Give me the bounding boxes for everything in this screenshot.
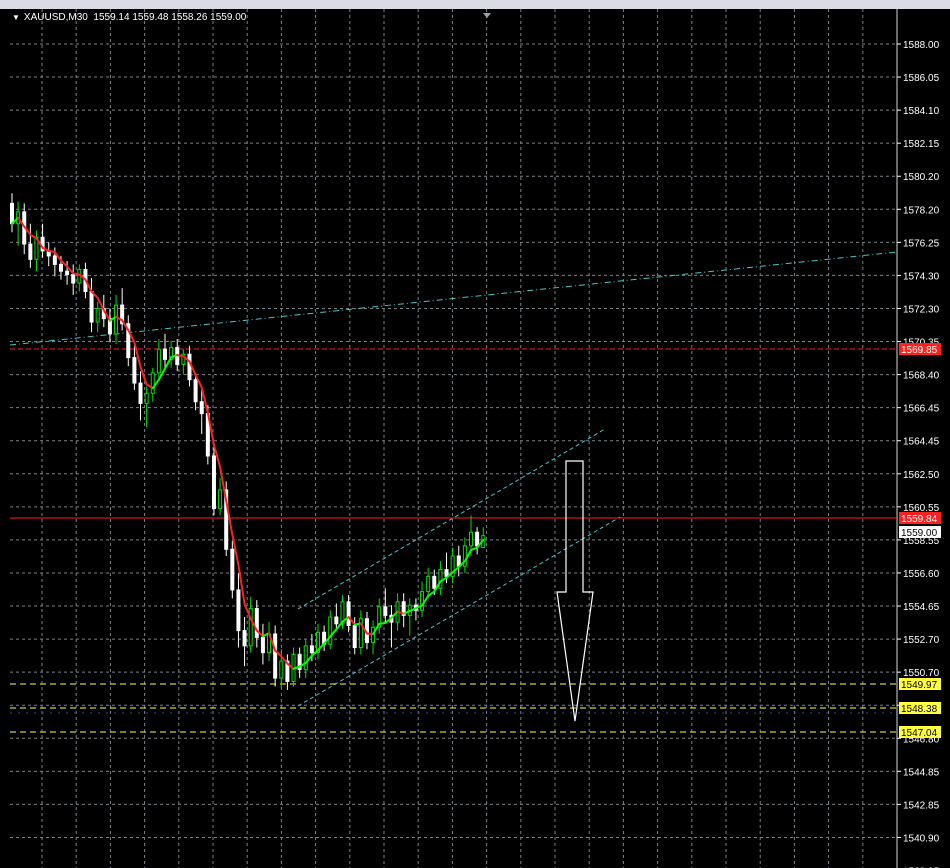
candle-bear: [309, 645, 314, 654]
candle-bear: [89, 291, 94, 323]
candle-bear: [230, 548, 235, 591]
candle-bear: [346, 601, 351, 627]
candle-bull: [114, 304, 119, 335]
axis-label: 1542.85: [903, 800, 940, 811]
axis-label: 1582.15: [903, 139, 940, 150]
triangle-down-icon[interactable]: ▼: [12, 13, 20, 22]
price-chart[interactable]: 1588.00 1586.05 1584.10 1582.15 1580.20 1578.…: [0, 9, 950, 868]
candle-bear: [475, 531, 480, 547]
candle-bull: [279, 660, 284, 679]
ma-segment: [427, 590, 436, 597]
candle-bear: [193, 379, 198, 403]
channel-upper-line: [297, 428, 606, 610]
candle-bear: [52, 255, 57, 265]
symbol-name: XAUUSD,M30: [23, 12, 88, 23]
axis-label: 1588.00: [903, 40, 940, 51]
axis-label: 1584.10: [903, 106, 940, 117]
candle-bear: [71, 274, 76, 284]
chart-objects: [9, 251, 898, 733]
down-arrow-icon: [556, 460, 594, 722]
axis-label: 1572.30: [903, 304, 940, 315]
candle-bear: [187, 353, 192, 381]
candle-bear: [432, 575, 437, 589]
axis-label: 1554.65: [903, 602, 940, 613]
candle-bear: [334, 616, 339, 625]
candle-bear: [199, 401, 204, 415]
current-price-tag: 1559.00: [901, 528, 938, 539]
axis-label: 1550.70: [903, 668, 940, 679]
candle-bear: [444, 569, 449, 577]
candle-bull: [156, 348, 161, 374]
axis-label: 1576.25: [903, 238, 940, 249]
candle-bull: [426, 575, 431, 593]
down-arrow-drawing: [556, 460, 594, 722]
symbol-header: ▼ XAUUSD,M30 1559.14 1559.48 1558.26 1559…: [12, 12, 246, 23]
triangle-down-icon[interactable]: [483, 13, 491, 18]
axis-label: 1568.40: [903, 371, 940, 382]
candle-bull: [144, 392, 149, 404]
support3-price-tag: 1547.04: [901, 728, 938, 739]
axis-label: 1586.05: [903, 73, 940, 84]
bid-price-tag: 1559.84: [901, 514, 938, 525]
axis-label: 1578.20: [903, 205, 940, 216]
candle-bear: [10, 202, 14, 225]
candle-bull: [95, 307, 100, 323]
axis-label: 1574.30: [903, 271, 940, 282]
axis-label: 1556.60: [903, 569, 940, 580]
ma-segment: [139, 365, 148, 386]
candle-bull: [218, 489, 223, 510]
support1-price-tag: 1549.97: [901, 680, 938, 691]
candle-bear: [273, 633, 278, 679]
candle-bull: [438, 569, 443, 589]
channel-lower-line: [297, 516, 621, 707]
axis-label: 1552.70: [903, 635, 940, 646]
candle-bear: [163, 348, 167, 360]
support2-price-tag: 1548.38: [901, 704, 938, 715]
candle-bear: [242, 630, 247, 647]
price-axis: 1588.00 1586.05 1584.10 1582.15 1580.20 1578.…: [897, 40, 940, 868]
ma-segment: [29, 233, 38, 240]
candle-bull: [469, 531, 473, 547]
candle-bull: [328, 616, 333, 645]
axis-label: 1544.85: [903, 767, 940, 778]
chart-window[interactable]: 1588.00 1586.05 1584.10 1582.15 1580.20 1578.…: [0, 9, 950, 868]
candle-bull: [303, 645, 308, 671]
axis-label: 1580.20: [903, 172, 940, 183]
axis-label: 1562.50: [903, 470, 940, 481]
candle-bear: [211, 455, 216, 510]
axis-label: 1564.45: [903, 437, 940, 448]
trend-line-long: [9, 251, 898, 346]
candle-bear: [383, 606, 388, 616]
candle-bear: [260, 636, 265, 654]
chart-grid: [10, 9, 898, 868]
axis-label: 1540.90: [903, 833, 940, 844]
candle-bear: [28, 243, 33, 260]
candle-bull: [150, 372, 155, 394]
candle-bull: [420, 591, 425, 611]
axis-label: 1566.45: [903, 404, 940, 415]
candle-bear: [236, 589, 241, 632]
candle-bear: [352, 625, 357, 649]
ohlc-values: 1559.14 1559.48 1558.26 1559.00: [93, 12, 247, 23]
candle-bear: [132, 357, 137, 384]
candle-bear: [58, 263, 63, 272]
candle-bear: [65, 270, 70, 276]
candle-bear: [254, 608, 259, 638]
resistance-price-tag: 1569.85: [901, 345, 938, 356]
candle-bear: [138, 382, 143, 404]
